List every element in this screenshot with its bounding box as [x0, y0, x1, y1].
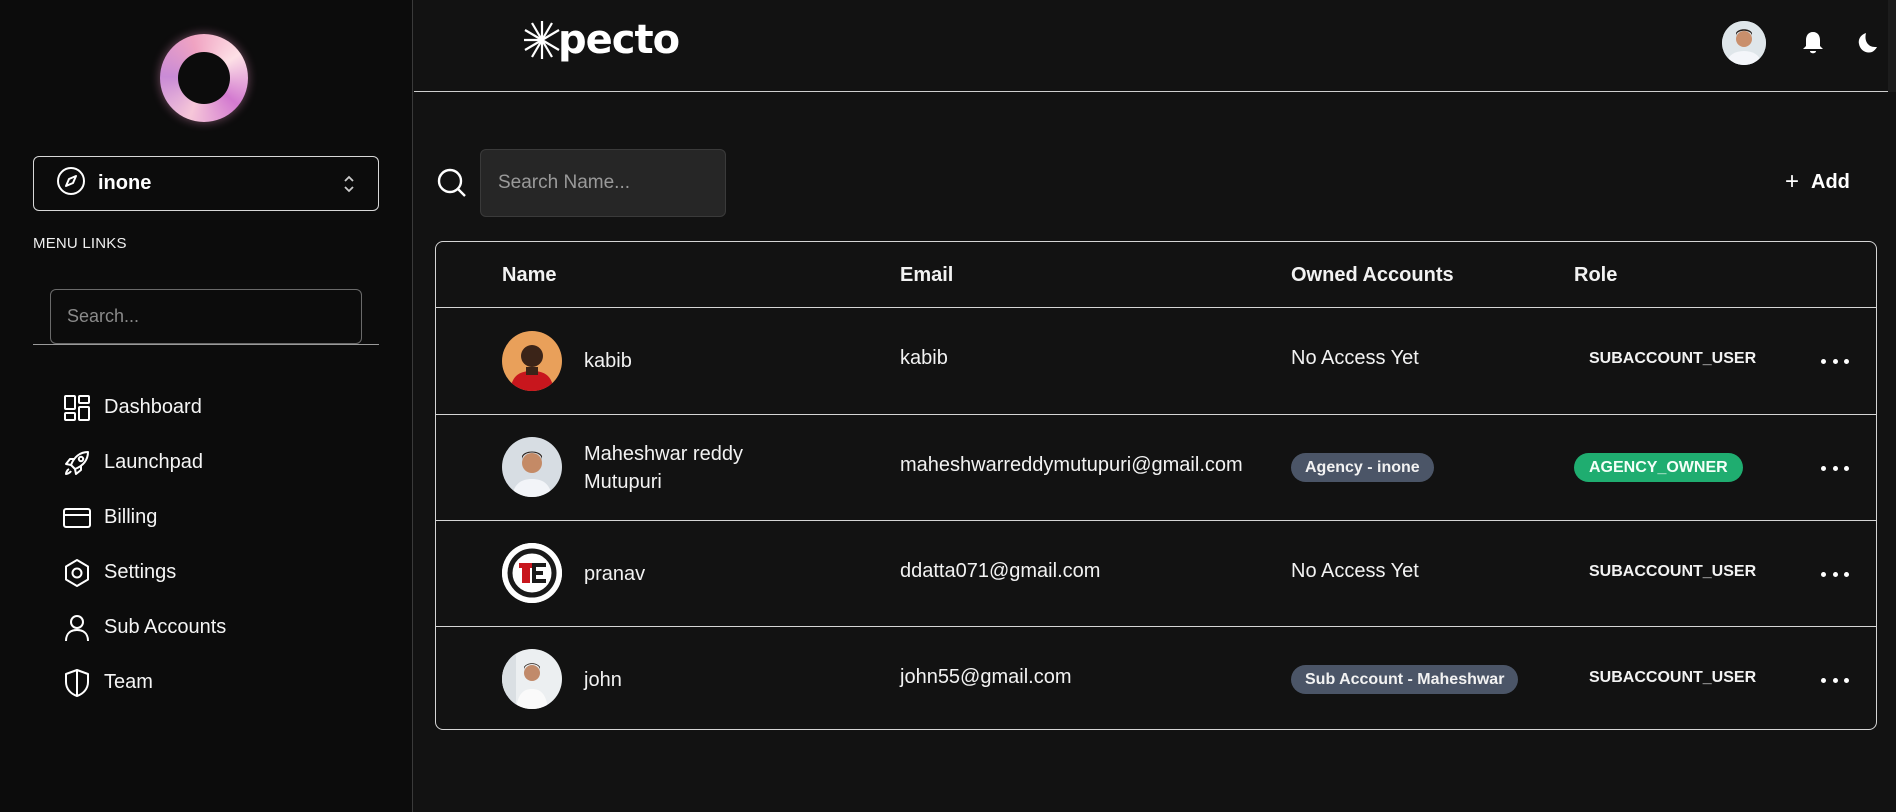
owned-accounts-text: No Access Yet — [1291, 560, 1419, 582]
search-name-input[interactable] — [480, 149, 726, 217]
shield-icon — [60, 666, 94, 700]
add-button[interactable]: + Add — [1785, 168, 1850, 196]
menu-links-heading: MENU LINKS — [33, 235, 127, 252]
user-name: kabib — [584, 350, 632, 372]
avatar — [502, 331, 562, 391]
bell-icon[interactable] — [1801, 30, 1825, 61]
plus-icon: + — [1785, 168, 1800, 195]
sidebar-item-billing[interactable]: Billing — [60, 490, 226, 545]
user-email: kabib — [900, 347, 948, 369]
credit-card-icon — [60, 501, 94, 535]
user-name: john — [584, 669, 622, 691]
table-row[interactable]: pranav ddatta071@gmail.com No Access Yet… — [436, 521, 1876, 627]
more-actions-icon[interactable] — [1821, 670, 1849, 690]
sidebar-item-label: Settings — [104, 561, 177, 583]
brand-mark-icon — [524, 21, 560, 59]
menu-search-input[interactable] — [50, 289, 362, 344]
user-email: ddatta071@gmail.com — [900, 560, 1101, 582]
table-row[interactable]: john john55@gmail.com Sub Account - Mahe… — [436, 627, 1876, 729]
sidebar-nav: Dashboard Launchpad Billing Settings Sub… — [60, 380, 226, 710]
user-icon — [60, 611, 94, 645]
column-header-name[interactable]: Name — [502, 264, 556, 287]
search-icon — [436, 167, 468, 204]
sidebar-item-sub-accounts[interactable]: Sub Accounts — [60, 600, 226, 655]
table-header: Name Email Owned Accounts Role — [436, 242, 1876, 308]
sidebar-item-settings[interactable]: Settings — [60, 545, 226, 600]
sidebar-item-label: Team — [104, 671, 153, 693]
account-name: inone — [98, 172, 152, 194]
sidebar-item-label: Launchpad — [104, 451, 203, 473]
role-text: SUBACCOUNT_USER — [1589, 669, 1757, 686]
account-switcher[interactable]: inone — [33, 156, 379, 211]
settings-icon — [60, 556, 94, 590]
table-row[interactable]: kabib kabib No Access Yet SUBACCOUNT_USE… — [436, 309, 1876, 415]
role-text: SUBACCOUNT_USER — [1589, 563, 1757, 580]
avatar — [502, 543, 562, 603]
more-actions-icon[interactable] — [1821, 458, 1849, 478]
sidebar-item-label: Dashboard — [104, 396, 202, 418]
top-bar: pecto — [414, 0, 1896, 92]
compass-icon — [56, 166, 86, 201]
role-badge: AGENCY_OWNER — [1574, 453, 1743, 482]
user-avatar[interactable] — [1722, 21, 1766, 65]
avatar — [502, 437, 562, 497]
more-actions-icon[interactable] — [1821, 564, 1849, 584]
sidebar-item-launchpad[interactable]: Launchpad — [60, 435, 226, 490]
sidebar-item-team[interactable]: Team — [60, 655, 226, 710]
user-name: pranav — [584, 563, 646, 585]
role-text: SUBACCOUNT_USER — [1589, 350, 1757, 367]
user-name: Maheshwar reddy Mutupuri — [584, 443, 743, 493]
owned-accounts-badge: Sub Account - Maheshwar — [1291, 665, 1519, 694]
avatar — [502, 649, 562, 709]
add-button-label: Add — [1811, 170, 1850, 193]
owned-accounts-badge: Agency - inone — [1291, 453, 1434, 482]
team-table: Name Email Owned Accounts Role kabib kab… — [435, 241, 1877, 730]
sidebar-item-dashboard[interactable]: Dashboard — [60, 380, 226, 435]
divider — [33, 344, 379, 345]
sidebar-item-label: Billing — [104, 506, 158, 528]
column-header-role[interactable]: Role — [1574, 264, 1617, 287]
rocket-icon — [60, 446, 94, 480]
table-row[interactable]: Maheshwar reddy Mutupuri maheshwarreddym… — [436, 415, 1876, 521]
chevrons-up-down-icon — [342, 173, 356, 200]
agency-logo[interactable] — [160, 34, 248, 122]
column-header-email[interactable]: Email — [900, 264, 953, 287]
scrollbar[interactable] — [1888, 0, 1896, 92]
brand-logo[interactable]: pecto — [522, 17, 680, 63]
more-actions-icon[interactable] — [1821, 351, 1849, 371]
column-header-owned-accounts[interactable]: Owned Accounts — [1291, 264, 1454, 287]
sidebar: inone MENU LINKS Dashboard Launchpad Bil… — [0, 0, 413, 812]
brand-wordmark: pecto — [558, 17, 680, 63]
moon-icon[interactable] — [1855, 30, 1881, 61]
user-email: john55@gmail.com — [900, 666, 1072, 688]
owned-accounts-text: No Access Yet — [1291, 347, 1419, 369]
dashboard-icon — [60, 391, 94, 425]
user-email: maheshwarreddymutupuri@gmail.com — [900, 454, 1243, 476]
sidebar-item-label: Sub Accounts — [104, 616, 227, 638]
